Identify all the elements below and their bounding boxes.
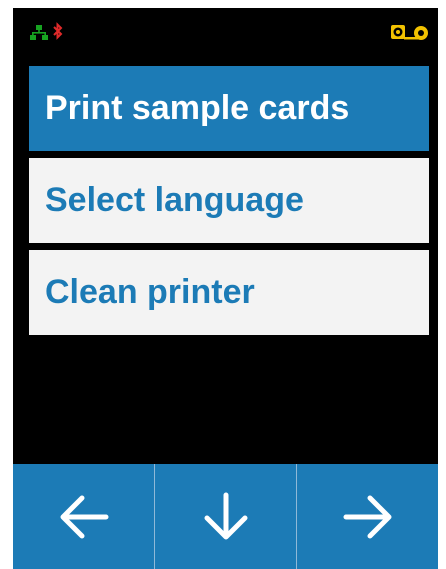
menu-item-label: Clean printer [45,273,255,311]
ribbon-icon [391,25,428,40]
arrow-down-icon [204,492,247,539]
arrow-right-icon [343,495,391,538]
down-button[interactable] [155,464,297,569]
status-bar [13,8,438,58]
menu-item-select-language[interactable]: Select language [29,158,429,243]
menu-item-label: Select language [45,181,304,219]
navigation-bar [13,464,438,569]
network-icon [30,25,48,40]
printer-display: Print sample cards Select language Clean… [13,8,438,569]
arrow-left-icon [60,495,108,538]
back-button[interactable] [13,464,155,569]
menu-item-clean-printer[interactable]: Clean printer [29,250,429,335]
select-button[interactable] [297,464,438,569]
menu-item-label: Print sample cards [45,89,350,127]
bluetooth-icon [53,22,63,40]
menu-list: Print sample cards Select language Clean… [29,66,429,342]
menu-item-print-sample-cards[interactable]: Print sample cards [29,66,429,151]
